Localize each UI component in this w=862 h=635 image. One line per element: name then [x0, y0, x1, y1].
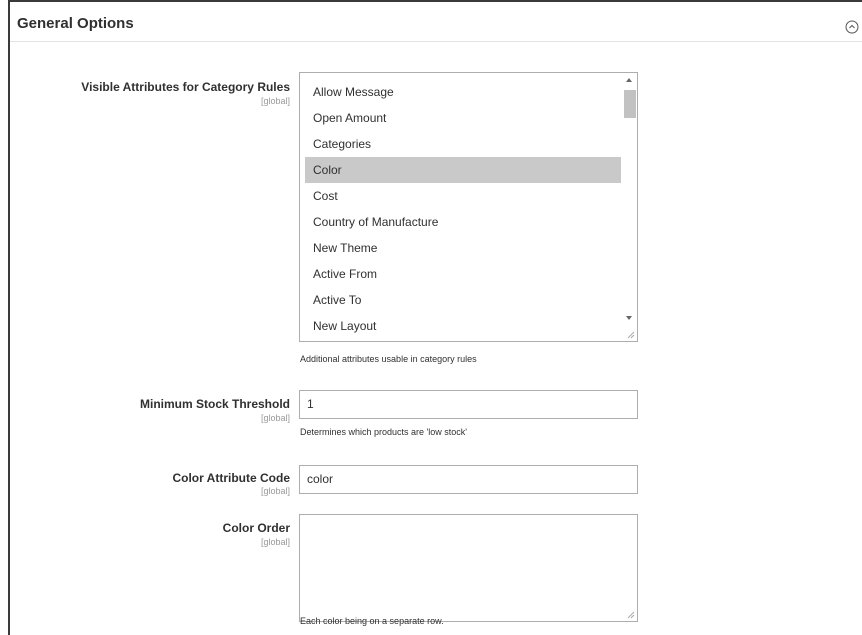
color-order-note: Each color being on a separate row. — [300, 616, 444, 626]
option-new-theme[interactable]: New Theme — [305, 235, 621, 261]
visible-attributes-multiselect[interactable]: Allow Message Open Amount Categories Col… — [299, 72, 638, 342]
collapse-circle-icon[interactable] — [845, 20, 859, 34]
visible-attributes-note: Additional attributes usable in category… — [300, 354, 477, 364]
option-categories[interactable]: Categories — [305, 131, 621, 157]
resize-grip-icon[interactable] — [627, 611, 635, 619]
panel-left-border — [8, 0, 10, 635]
option-color-selected[interactable]: Color — [305, 157, 621, 183]
option-allow-message[interactable]: Allow Message — [305, 79, 621, 105]
color-order-label: Color Order — [222, 521, 290, 535]
option-open-amount[interactable]: Open Amount — [305, 105, 621, 131]
color-order-scope: [global] — [260, 537, 290, 547]
section-title[interactable]: General Options — [17, 15, 134, 32]
panel-top-border — [8, 0, 862, 2]
option-new-layout[interactable]: New Layout — [305, 313, 621, 339]
color-attribute-code-label: Color Attribute Code — [172, 471, 290, 485]
scroll-down-arrow-icon[interactable] — [626, 316, 632, 320]
visible-attributes-label: Visible Attributes for Category Rules — [81, 80, 290, 94]
color-order-textarea[interactable] — [299, 514, 638, 622]
option-country-of-manufacture[interactable]: Country of Manufacture — [305, 209, 621, 235]
min-stock-note: Determines which products are 'low stock… — [300, 427, 468, 437]
option-active-to[interactable]: Active To — [305, 287, 621, 313]
scroll-up-arrow-icon[interactable] — [626, 78, 632, 82]
color-attribute-code-scope: [global] — [260, 486, 290, 496]
option-cost[interactable]: Cost — [305, 183, 621, 209]
min-stock-label: Minimum Stock Threshold — [139, 397, 290, 411]
option-active-from[interactable]: Active From — [305, 261, 621, 287]
resize-grip-icon[interactable] — [627, 331, 635, 339]
scrollbar-thumb[interactable] — [624, 90, 636, 118]
min-stock-scope: [global] — [260, 413, 290, 423]
visible-attributes-scope: [global] — [260, 96, 290, 106]
min-stock-input[interactable]: 1 — [299, 390, 638, 419]
section-divider — [10, 41, 862, 42]
color-attribute-code-input[interactable]: color — [299, 465, 638, 494]
